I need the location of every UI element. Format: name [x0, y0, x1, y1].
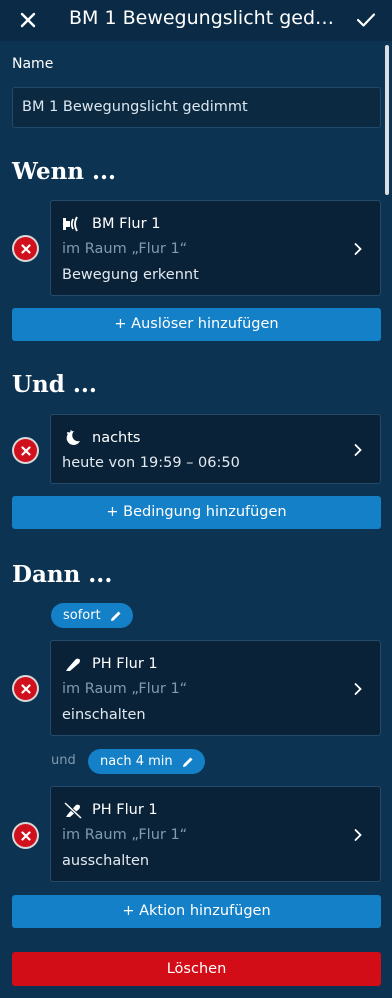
section-title-then: Dann ... — [12, 561, 113, 588]
moon-icon — [62, 428, 84, 448]
check-icon[interactable] — [352, 6, 380, 34]
action-card-2[interactable]: PH Flur 1 im Raum „Flur 1“ ausschalten — [50, 786, 381, 882]
pencil-icon — [182, 757, 193, 767]
page-title: BM 1 Bewegungslicht gedi... — [69, 7, 337, 29]
add-action-button[interactable]: + Aktion hinzufügen — [12, 895, 381, 928]
name-input[interactable]: BM 1 Bewegungslicht gedimmt — [12, 87, 381, 128]
action-card-1[interactable]: PH Flur 1 im Raum „Flur 1“ einschalten — [50, 640, 381, 736]
remove-icon — [14, 237, 37, 260]
trigger-card[interactable]: BM Flur 1 im Raum „Flur 1“ Bewegung erke… — [50, 200, 381, 296]
section-title-when: Wenn ... — [12, 158, 117, 185]
section-title-and: Und ... — [12, 371, 97, 398]
delete-button[interactable]: Löschen — [12, 952, 381, 986]
delay-label: sofort — [63, 608, 101, 623]
condition-card[interactable]: nachts heute von 19:59 – 06:50 — [50, 414, 381, 484]
trigger-device-name: BM Flur 1 — [92, 216, 161, 232]
trigger-room: im Raum „Flur 1“ — [62, 241, 188, 257]
delay-pill-4min[interactable]: nach 4 min — [88, 749, 205, 774]
condition-name: nachts — [92, 430, 141, 446]
chevron-right-icon — [354, 444, 362, 456]
add-condition-button[interactable]: + Bedingung hinzufügen — [12, 496, 381, 529]
delay-label: nach 4 min — [100, 754, 173, 769]
remove-trigger-button[interactable] — [12, 235, 39, 262]
action1-device-name: PH Flur 1 — [92, 656, 158, 672]
name-label: Name — [12, 56, 54, 72]
scrollbar[interactable] — [385, 45, 389, 195]
chevron-right-icon — [354, 243, 362, 255]
action1-room: im Raum „Flur 1“ — [62, 681, 188, 697]
remove-icon — [14, 439, 37, 462]
close-icon[interactable] — [14, 6, 42, 34]
add-trigger-button[interactable]: + Auslöser hinzufügen — [12, 308, 381, 341]
chevron-right-icon — [354, 683, 362, 695]
remove-condition-button[interactable] — [12, 437, 39, 464]
action2-room: im Raum „Flur 1“ — [62, 827, 188, 843]
chevron-right-icon — [354, 829, 362, 841]
and-label: und — [51, 753, 76, 768]
trigger-state: Bewegung erkennt — [62, 267, 199, 283]
remove-action-button[interactable] — [12, 675, 39, 702]
delay-pill-sofort[interactable]: sofort — [51, 603, 133, 628]
condition-detail: heute von 19:59 – 06:50 — [62, 455, 240, 471]
action1-state: einschalten — [62, 707, 146, 723]
remove-icon — [14, 824, 37, 847]
light-on-icon — [62, 654, 84, 674]
motion-detector-icon — [62, 214, 84, 234]
top-bar: BM 1 Bewegungslicht gedi... — [0, 0, 392, 41]
remove-action-button[interactable] — [12, 822, 39, 849]
pencil-icon — [110, 611, 121, 621]
action2-device-name: PH Flur 1 — [92, 802, 158, 818]
light-off-icon — [62, 800, 84, 820]
action2-state: ausschalten — [62, 853, 150, 869]
remove-icon — [14, 677, 37, 700]
